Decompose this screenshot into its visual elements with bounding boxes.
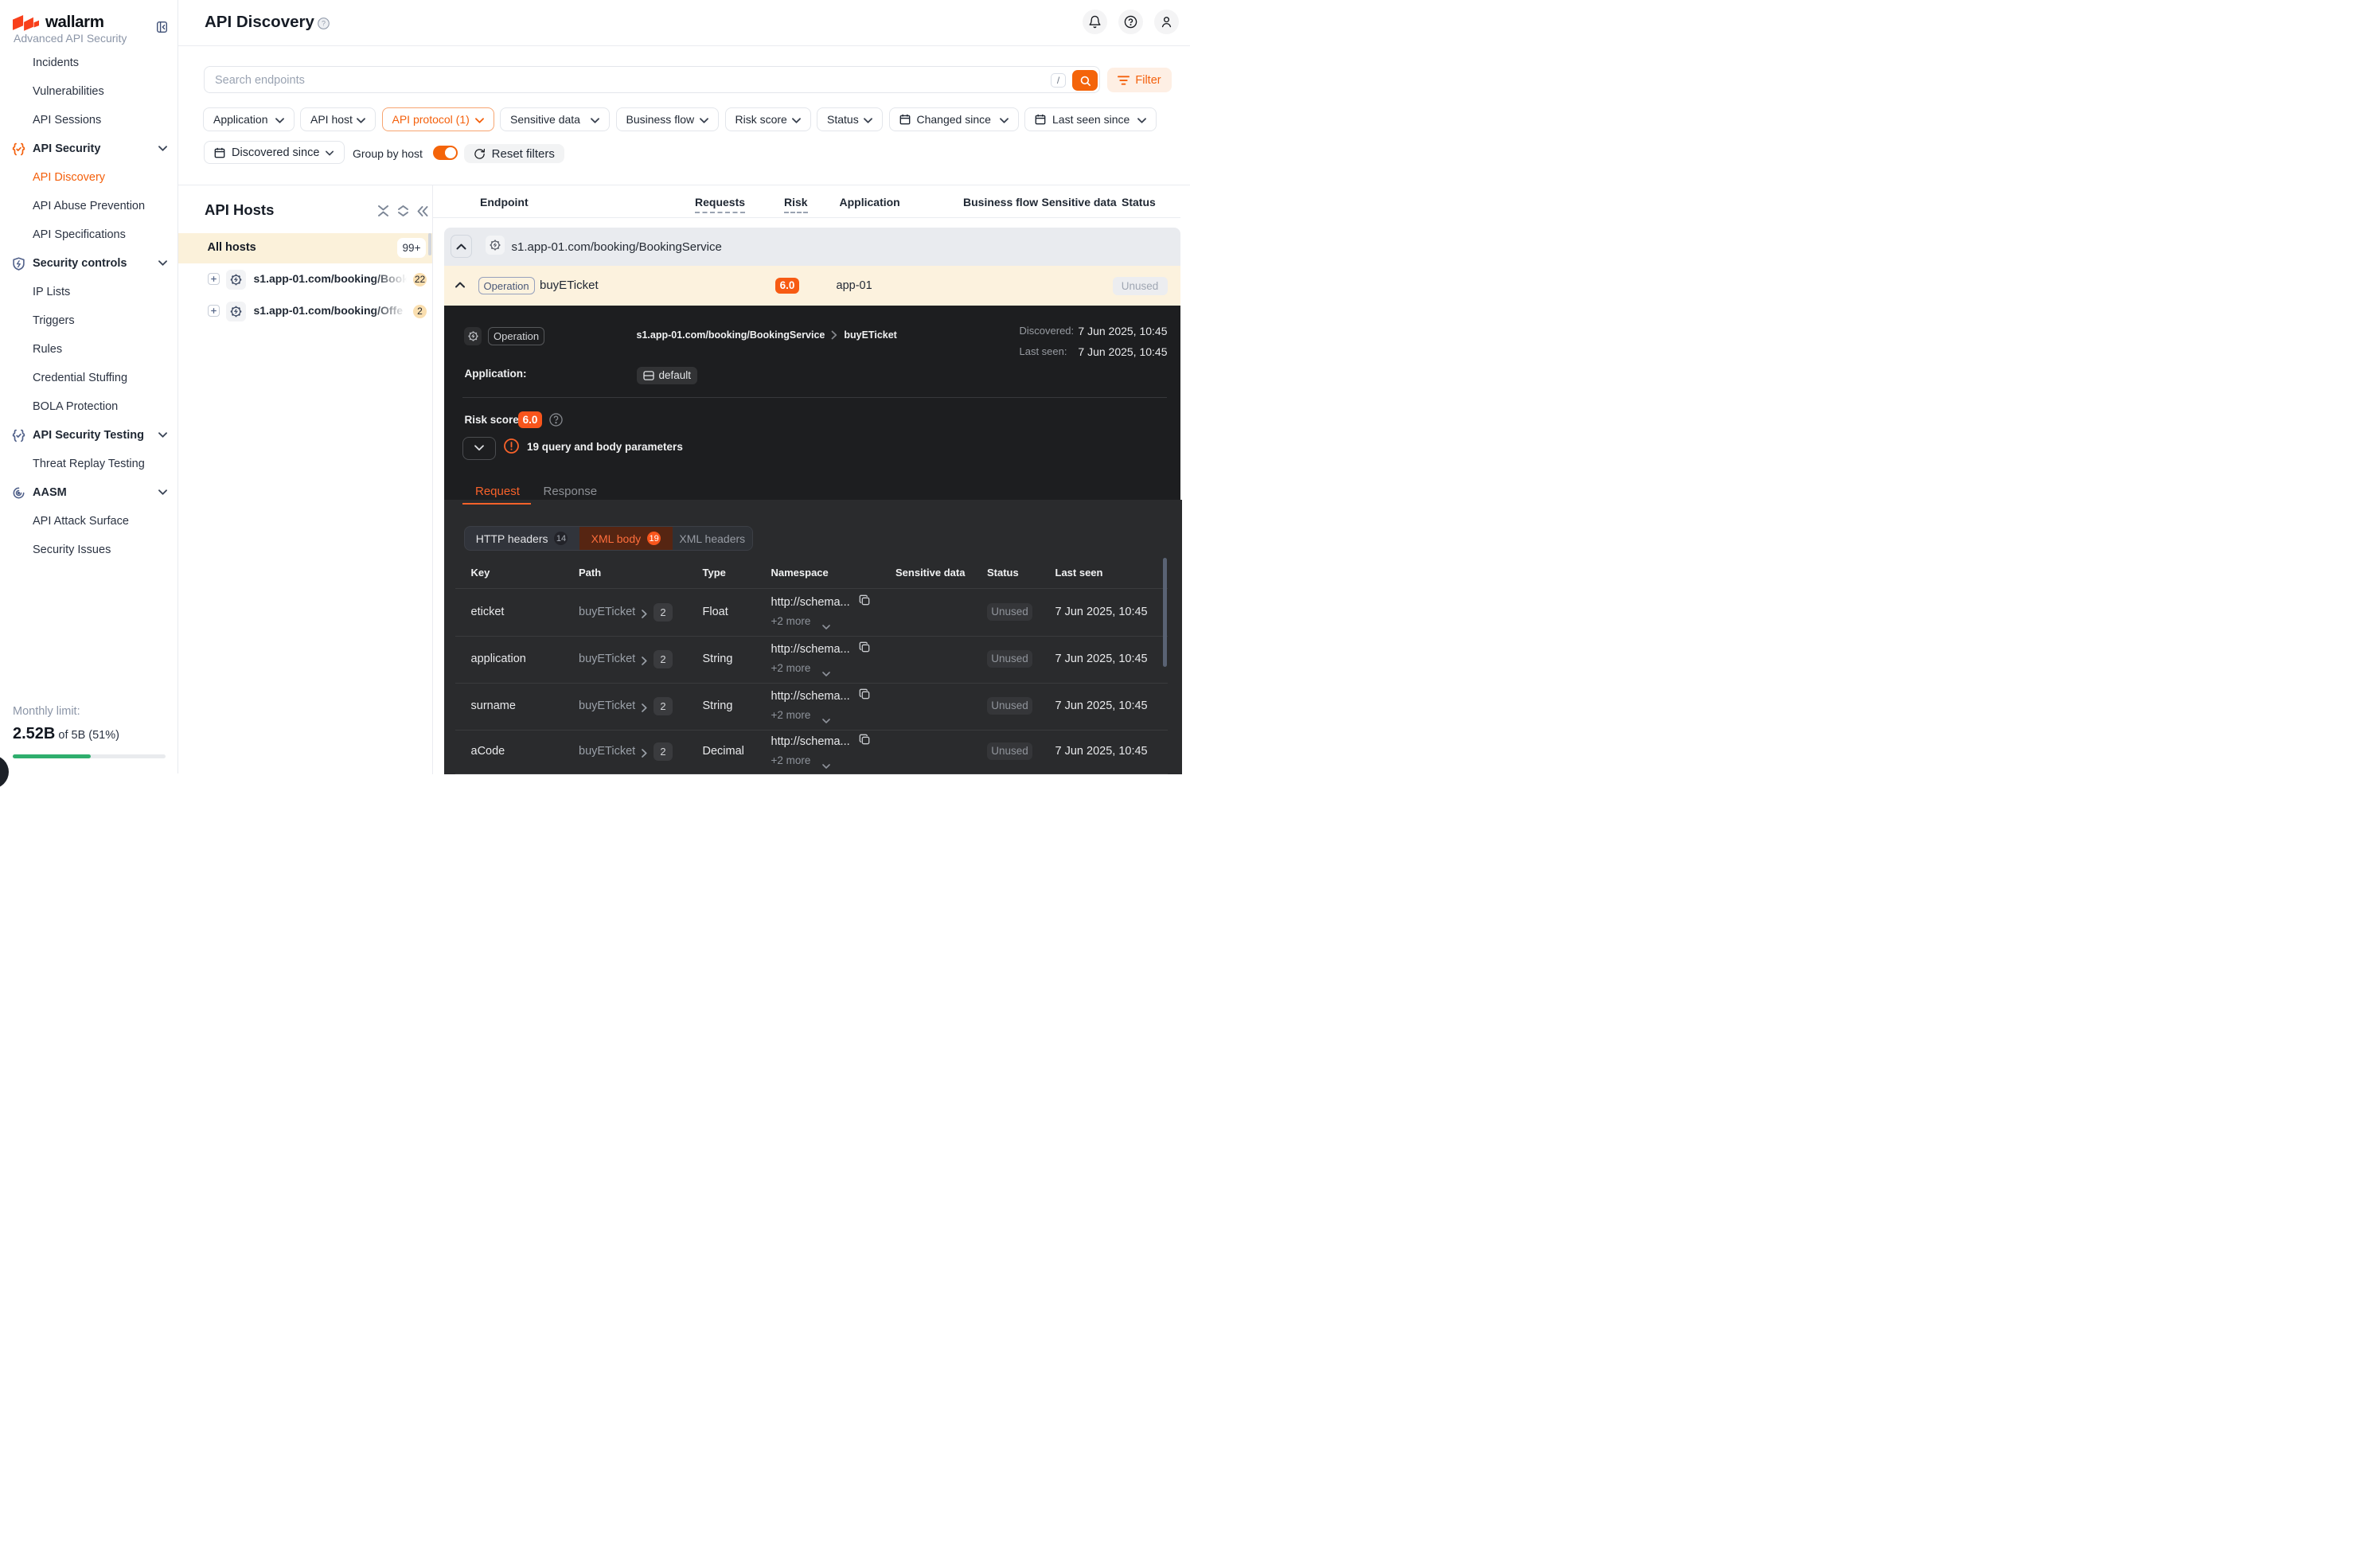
svg-text:?: ? — [322, 20, 326, 28]
